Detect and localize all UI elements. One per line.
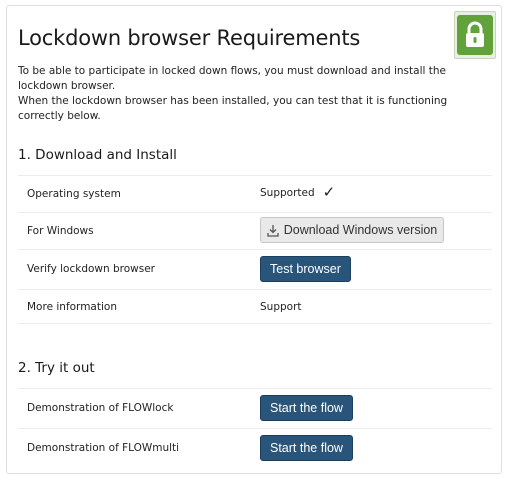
download-rows: Operating system Supported ✓ Download Wi… xyxy=(18,175,492,324)
row-label: Verify lockdown browser xyxy=(27,263,155,275)
table-row-more-info: More information Support xyxy=(18,289,492,323)
row-label: Demonstration of FLOWlock xyxy=(27,402,174,414)
row-label: More information xyxy=(27,301,117,313)
table-row-flowmulti: Demonstration of FLOWmulti Start the flo… xyxy=(18,428,492,468)
row-label: Demonstration of FLOWmulti xyxy=(27,442,180,454)
lock-icon xyxy=(457,15,493,55)
table-row-verify: Verify lockdown browser Test browser xyxy=(18,249,492,289)
row-divider xyxy=(18,323,492,324)
section-title-try: 2. Try it out xyxy=(18,360,95,376)
support-link-wrap: Support xyxy=(260,301,302,313)
download-windows-button[interactable]: Download Windows version xyxy=(260,217,444,243)
download-icon xyxy=(267,224,279,237)
row-label: For Windows xyxy=(27,225,94,237)
os-status: Supported ✓ xyxy=(260,185,335,200)
intro-line-1: To be able to participate in locked down… xyxy=(18,65,446,92)
row-label: Operating system xyxy=(27,188,121,200)
intro-text: To be able to participate in locked down… xyxy=(18,64,488,124)
table-row-flowlock: Demonstration of FLOWlock Start the flow xyxy=(18,388,492,428)
try-rows: Demonstration of FLOWlock Start the flow… xyxy=(18,388,492,468)
table-row-windows: Download Windows version For Windows xyxy=(18,212,492,249)
start-flowlock-button[interactable]: Start the flow xyxy=(260,395,353,421)
page-title: Lockdown browser Requirements xyxy=(18,26,361,50)
checkmark-icon: ✓ xyxy=(322,183,336,201)
lock-badge xyxy=(454,11,496,59)
start-flowmulti-button[interactable]: Start the flow xyxy=(260,435,353,461)
os-status-text: Supported xyxy=(260,186,315,199)
intro-line-2: When the lockdown browser has been insta… xyxy=(18,95,448,122)
download-windows-label: Download Windows version xyxy=(283,223,438,237)
test-browser-button[interactable]: Test browser xyxy=(260,256,351,282)
lockdown-requirements-card: Lockdown browser Requirements To be able… xyxy=(6,5,502,474)
section-title-download: 1. Download and Install xyxy=(18,147,177,163)
support-link[interactable]: Support xyxy=(260,301,302,313)
table-row-operating-system: Operating system Supported ✓ xyxy=(18,175,492,212)
